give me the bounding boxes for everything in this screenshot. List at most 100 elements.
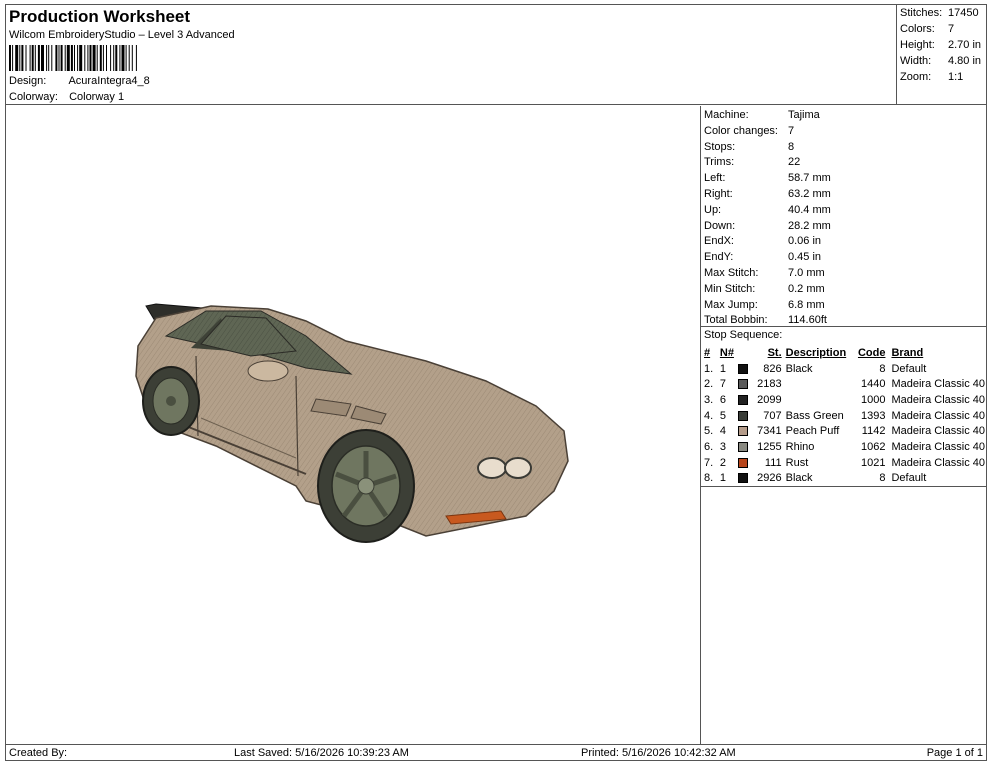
- row-brand: Madeira Classic 40: [891, 425, 985, 438]
- machine-label: Max Stitch:: [704, 267, 759, 279]
- row-description: [784, 392, 854, 408]
- row-brand: Madeira Classic 40: [891, 409, 985, 422]
- row-needle: 1: [719, 362, 727, 375]
- machine-row: Total Bobbin: 114.60ft: [704, 314, 827, 326]
- machine-row: Right: 63.2 mm: [704, 188, 831, 200]
- stat-value: 1:1: [948, 71, 964, 83]
- machine-row: Max Jump: 6.8 mm: [704, 299, 825, 311]
- machine-row: EndX: 0.06 in: [704, 235, 821, 247]
- colorway-label: Colorway:: [9, 91, 58, 103]
- row-description: Peach Puff: [785, 425, 840, 438]
- row-brand: Madeira Classic 40: [891, 440, 985, 453]
- col-header-swatch: [738, 345, 754, 361]
- row-stitches: 2099: [757, 393, 782, 406]
- row-code: 8: [879, 472, 886, 485]
- machine-label: Color changes:: [704, 124, 778, 137]
- row-needle: 4: [719, 425, 727, 438]
- col-header-code: Code: [857, 346, 886, 359]
- row-stitches: 1255: [757, 440, 782, 453]
- row-index: 4.: [704, 409, 714, 422]
- swatch-cell: [737, 471, 754, 487]
- stat-label: Colors:: [900, 23, 935, 35]
- stat-zoom: Zoom: 1:1: [900, 71, 963, 83]
- machine-value: 58.7 mm: [788, 172, 831, 185]
- row-needle: 2: [719, 456, 727, 469]
- table-row: 3. 6 2099 1000 Madeira Classic 40: [704, 392, 987, 408]
- last-saved: Last Saved: 5/16/2026 10:39:23 AM: [234, 747, 409, 759]
- stat-value: 4.80 in: [948, 55, 982, 67]
- machine-row: Machine: Tajima: [704, 109, 820, 121]
- machine-label: Max Jump:: [704, 298, 758, 311]
- row-needle: 3: [719, 440, 727, 453]
- stat-value: 17450: [948, 7, 979, 19]
- swatch-cell: [737, 361, 754, 377]
- color-swatch: [737, 473, 748, 484]
- color-swatch: [737, 363, 748, 374]
- col-header-brand: Brand: [891, 346, 924, 359]
- row-code: 1393: [860, 409, 886, 422]
- stat-label: Width:: [900, 55, 932, 67]
- stat-width: Width: 4.80 in: [900, 55, 981, 67]
- stat-stitches: Stitches: 17450: [900, 7, 979, 19]
- worksheet-page: Production Worksheet Wilcom EmbroiderySt…: [5, 4, 987, 761]
- row-index: 2.: [704, 378, 714, 391]
- swatch-cell: [737, 423, 754, 439]
- table-header-row: # N# St. Description Code Brand: [704, 345, 987, 361]
- car-embroidery-image: [135, 303, 569, 543]
- machine-row: Down: 28.2 mm: [704, 220, 831, 232]
- color-swatch: [737, 442, 748, 453]
- color-swatch: [737, 395, 748, 405]
- row-stitches: 826: [763, 362, 782, 375]
- stop-sequence-table: # N# St. Description Code Brand 1. 1 826 Bl…: [704, 345, 987, 486]
- row-code: 1021: [860, 456, 886, 469]
- row-brand: Default: [891, 472, 927, 485]
- table-row: 1. 1 826 Black 8 Default: [704, 361, 987, 377]
- printed-date: Printed: 5/16/2026 10:42:32 AM: [581, 747, 736, 759]
- machine-label: EndX:: [704, 235, 734, 248]
- machine-row: Left: 58.7 mm: [704, 172, 831, 184]
- barcode: [9, 45, 137, 71]
- row-stitches: 2183: [757, 378, 782, 391]
- col-header-desc: Description: [785, 346, 847, 359]
- machine-value: 6.8 mm: [788, 298, 825, 311]
- row-description: Rhino: [785, 440, 815, 453]
- color-swatch: [737, 457, 748, 468]
- row-description: [784, 376, 854, 392]
- machine-value: 8: [788, 140, 795, 153]
- page-title: Production Worksheet: [9, 7, 191, 26]
- machine-value: 7.0 mm: [788, 267, 825, 279]
- col-header-st: St.: [767, 346, 782, 359]
- table-row: 6. 3 1255 Rhino 1062 Madeira Classic 40: [704, 439, 987, 455]
- row-brand: Madeira Classic 40: [891, 378, 985, 391]
- colorway-value: Colorway 1: [69, 91, 125, 103]
- swatch-cell: [737, 408, 754, 424]
- row-stitches: 2926: [757, 472, 782, 485]
- machine-value: 40.4 mm: [788, 203, 831, 216]
- machine-row: Up: 40.4 mm: [704, 204, 831, 216]
- table-row: 2. 7 2183 1440 Madeira Classic 40: [704, 376, 987, 392]
- software-subtitle: Wilcom EmbroideryStudio – Level 3 Advanc…: [9, 29, 235, 41]
- row-code: 1000: [860, 393, 886, 406]
- stats-panel: Stitches: 17450 Colors: 7 Height: 2.70 in W…: [896, 5, 986, 104]
- machine-value: 7: [788, 124, 795, 137]
- row-brand: Madeira Classic 40: [891, 456, 985, 469]
- machine-label: Right:: [704, 188, 733, 200]
- row-index: 6.: [704, 440, 714, 453]
- stop-sequence-title: Stop Sequence:: [704, 329, 783, 341]
- machine-row: Stops: 8: [704, 141, 794, 153]
- row-index: 5.: [704, 425, 714, 438]
- row-needle: 6: [719, 393, 727, 406]
- row-code: 1142: [861, 425, 886, 438]
- swatch-cell: [737, 455, 754, 471]
- row-index: 3.: [704, 393, 714, 406]
- footer: Created By: Last Saved: 5/16/2026 10:39:…: [6, 744, 986, 760]
- table-row: 8. 1 2926 Black 8 Default: [704, 471, 987, 487]
- row-index: 8.: [704, 472, 714, 485]
- machine-label: Left:: [704, 172, 726, 185]
- design-preview: [6, 106, 700, 744]
- row-brand: Default: [891, 362, 927, 375]
- info-panel: Machine: Tajima Color changes: 7 Stops: 8 Trim…: [700, 106, 987, 744]
- machine-row: Max Stitch: 7.0 mm: [704, 267, 825, 279]
- row-code: 1062: [860, 440, 886, 453]
- row-description: Black: [785, 472, 813, 485]
